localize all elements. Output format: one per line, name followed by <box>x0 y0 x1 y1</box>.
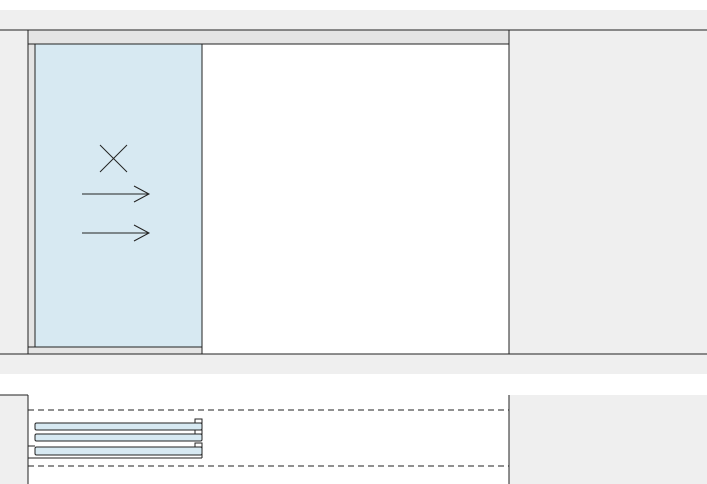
glass-panel <box>34 43 203 348</box>
stacked-panels <box>27 418 203 459</box>
bottom-wall-band <box>0 354 707 374</box>
left-wall <box>0 30 28 354</box>
plan-left-wall <box>0 395 28 484</box>
stacked-panel <box>34 446 203 456</box>
stacked-panel <box>34 433 203 442</box>
door-drawing <box>0 10 707 484</box>
panel-stile <box>27 43 36 348</box>
top-wall-band <box>0 10 707 30</box>
stacked-panel <box>34 422 203 431</box>
plan-view <box>0 394 707 484</box>
top-track <box>27 29 510 45</box>
bottom-rail <box>27 346 203 355</box>
plan-right-wall <box>509 395 707 484</box>
right-wall <box>509 30 707 354</box>
elevation-view <box>0 10 707 374</box>
